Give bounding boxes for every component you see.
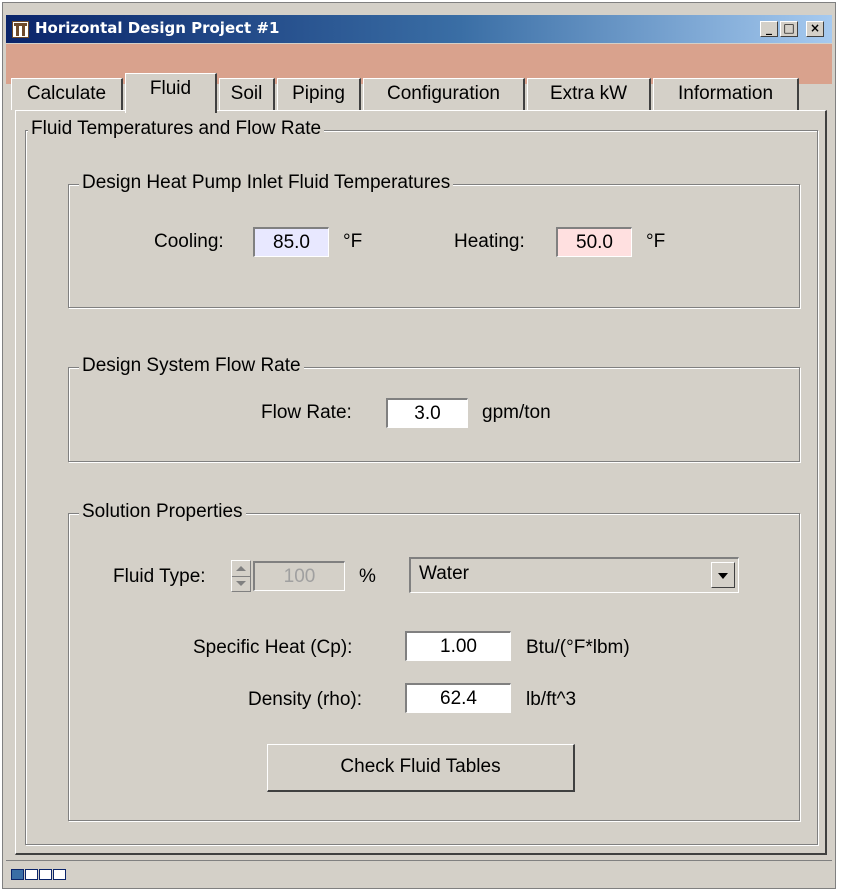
dropdown-button[interactable]	[711, 562, 735, 588]
tab-piping[interactable]: Piping	[277, 78, 361, 110]
group-title: Solution Properties	[79, 501, 246, 523]
tab-information[interactable]: Information	[653, 78, 799, 110]
group-title: Design Heat Pump Inlet Fluid Temperature…	[79, 172, 454, 194]
group-title: Design System Flow Rate	[79, 355, 304, 377]
fluid-type-label: Fluid Type:	[113, 566, 206, 587]
concentration-unit: %	[359, 566, 376, 587]
density-unit: lb/ft^3	[526, 689, 577, 710]
spin-down-icon[interactable]	[236, 581, 246, 586]
specific-heat-label: Specific Heat (Cp):	[193, 637, 353, 658]
fluid-type-selected: Water	[419, 563, 469, 584]
progress-segment	[11, 869, 24, 880]
app-window: Horizontal Design Project #1 _ □ × Calcu…	[2, 2, 836, 889]
close-button[interactable]: ×	[806, 21, 824, 37]
density-field[interactable]	[405, 683, 511, 713]
heating-unit: °F	[646, 231, 666, 252]
minimize-button[interactable]: _	[760, 21, 778, 37]
app-icon[interactable]	[12, 21, 29, 38]
flow-rate-unit: gpm/ton	[482, 402, 551, 423]
progress-indicator	[11, 869, 66, 880]
heating-temp-field[interactable]	[556, 227, 632, 257]
progress-segment	[25, 869, 38, 880]
progress-segment	[53, 869, 66, 880]
flow-rate-field[interactable]	[386, 398, 468, 428]
concentration-field[interactable]	[253, 561, 345, 591]
title-bar[interactable]: Horizontal Design Project #1 _ □ ×	[6, 15, 832, 43]
tab-configuration[interactable]: Configuration	[363, 78, 525, 110]
cooling-temp-field[interactable]	[253, 227, 329, 257]
specific-heat-field[interactable]	[405, 631, 511, 661]
spin-up-icon[interactable]	[236, 566, 246, 571]
tab-calculate[interactable]: Calculate	[11, 78, 123, 110]
tab-fluid[interactable]: Fluid	[125, 73, 217, 113]
heating-label: Heating:	[454, 231, 525, 252]
chevron-down-icon	[718, 573, 728, 579]
density-label: Density (rho):	[248, 689, 363, 710]
progress-segment	[39, 869, 52, 880]
tab-extra-kw[interactable]: Extra kW	[527, 78, 651, 110]
status-bar	[6, 860, 832, 888]
cooling-unit: °F	[343, 231, 363, 252]
fluid-type-dropdown[interactable]: Water	[409, 557, 739, 593]
maximize-button[interactable]: □	[780, 21, 798, 37]
group-title: Fluid Temperatures and Flow Rate	[28, 118, 325, 140]
specific-heat-unit: Btu/(°F*lbm)	[526, 637, 630, 658]
flow-rate-label: Flow Rate:	[261, 402, 352, 423]
tab-soil[interactable]: Soil	[219, 78, 275, 110]
cooling-label: Cooling:	[154, 231, 224, 252]
concentration-spinner[interactable]	[231, 560, 251, 592]
check-fluid-tables-button[interactable]: Check Fluid Tables	[267, 744, 575, 792]
window-title: Horizontal Design Project #1	[35, 19, 280, 37]
